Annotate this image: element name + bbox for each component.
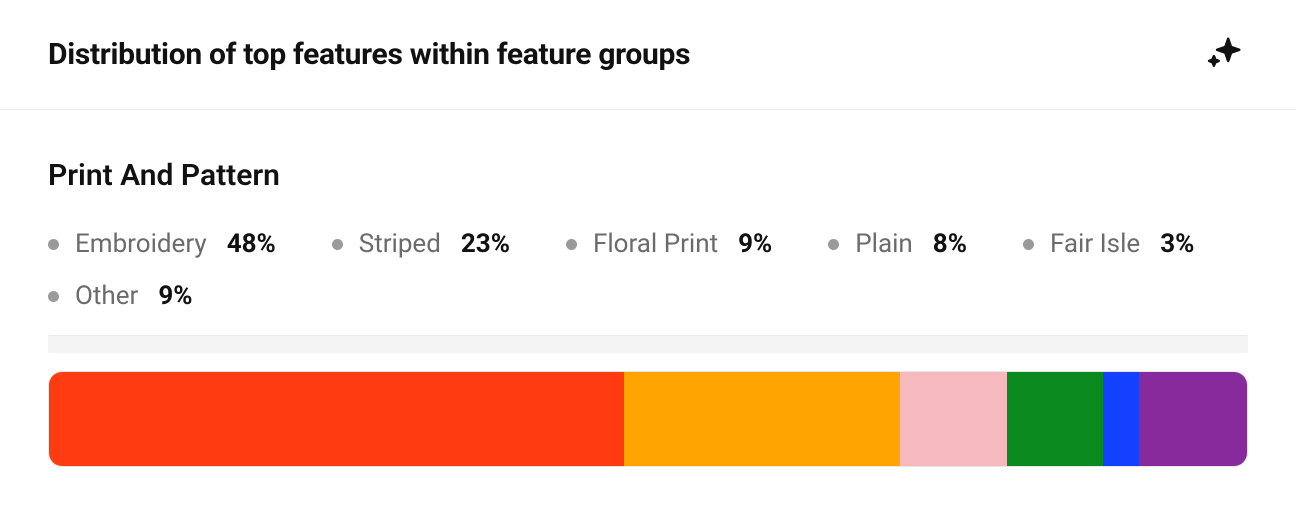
legend-item-other: Other 9% [48,281,192,311]
legend-label: Striped [359,229,441,259]
legend: Embroidery 48% Striped 23% Floral Print … [48,229,1248,311]
bar-segment-plain [1007,372,1103,466]
sparkle-icon [1206,34,1244,75]
legend-value: 9% [158,281,192,311]
legend-item-plain: Plain 8% [828,229,967,259]
legend-label: Fair Isle [1050,229,1140,259]
legend-item-fair-isle: Fair Isle 3% [1023,229,1194,259]
sparkle-button[interactable] [1202,30,1248,79]
legend-value: 3% [1160,229,1194,259]
page-title: Distribution of top features within feat… [48,37,690,72]
bar-segment-striped [624,372,900,466]
bar-segment-embroidery [49,372,624,466]
legend-label: Plain [855,229,913,259]
legend-value: 9% [738,229,772,259]
legend-item-embroidery: Embroidery 48% [48,229,276,259]
bar-segment-other [1139,372,1247,466]
bullet-icon [332,239,343,250]
legend-item-floral-print: Floral Print 9% [566,229,772,259]
bullet-icon [48,239,59,250]
legend-value: 8% [933,229,967,259]
legend-item-striped: Striped 23% [332,229,510,259]
bar-segment-fair-isle [1103,372,1139,466]
bullet-icon [1023,239,1034,250]
body: Print And Pattern Embroidery 48% Striped… [0,110,1296,467]
bullet-icon [566,239,577,250]
legend-value: 48% [227,229,276,259]
legend-label: Floral Print [593,229,718,259]
group-title: Print And Pattern [48,158,1248,193]
chart-track [48,335,1248,353]
stacked-bar [48,371,1248,467]
legend-value: 23% [461,229,510,259]
bar-segment-floral-print [900,372,1008,466]
legend-label: Embroidery [75,229,207,259]
bullet-icon [828,239,839,250]
header: Distribution of top features within feat… [0,0,1296,110]
bullet-icon [48,291,59,302]
legend-label: Other [75,281,138,311]
